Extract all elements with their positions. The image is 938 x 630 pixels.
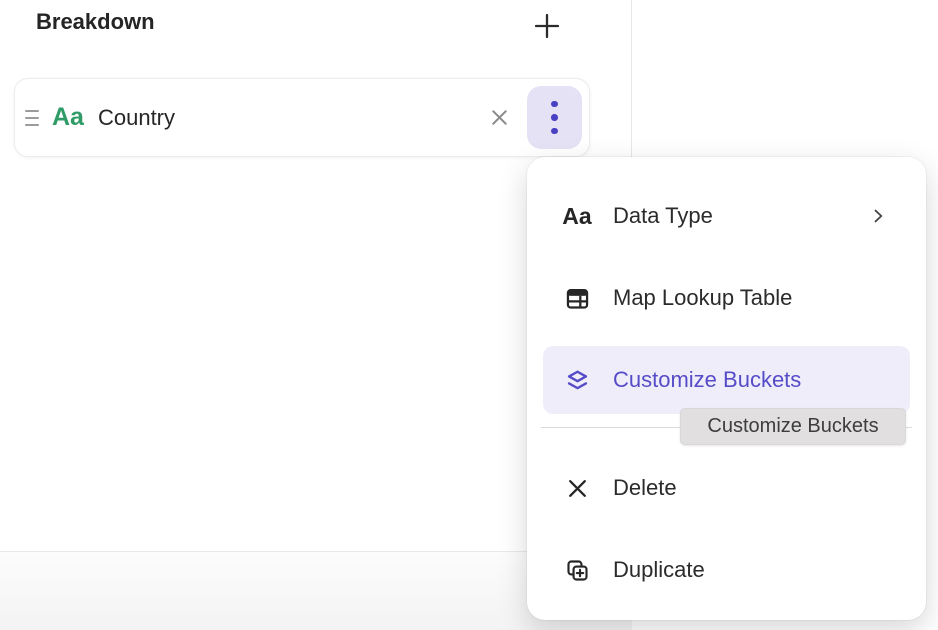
menu-item-data-type[interactable]: Aa Data Type	[543, 175, 910, 257]
menu-item-duplicate[interactable]: Duplicate	[543, 529, 910, 611]
add-breakdown-button[interactable]	[529, 8, 565, 44]
breakdown-field-card[interactable]: Aa Country	[14, 78, 590, 157]
remove-field-button[interactable]	[484, 103, 514, 133]
field-type-icon: Aa	[52, 105, 84, 130]
field-options-menu: Aa Data Type Map Lookup Table	[527, 157, 926, 620]
duplicate-copy-icon	[563, 557, 591, 584]
plus-icon	[532, 11, 562, 41]
data-type-icon: Aa	[563, 205, 591, 228]
close-icon	[487, 105, 512, 130]
menu-item-label: Customize Buckets	[613, 367, 801, 393]
stack-layers-icon	[563, 367, 591, 394]
menu-item-map-lookup-table[interactable]: Map Lookup Table	[543, 257, 910, 339]
menu-item-label: Delete	[613, 475, 677, 501]
table-icon	[563, 285, 591, 312]
menu-item-customize-buckets[interactable]: Customize Buckets	[543, 346, 910, 414]
drag-handle-icon[interactable]	[23, 106, 41, 130]
menu-item-label: Map Lookup Table	[613, 285, 792, 311]
menu-item-label: Duplicate	[613, 557, 705, 583]
kebab-icon	[551, 101, 558, 135]
field-more-options-button[interactable]	[527, 86, 582, 149]
tooltip: Customize Buckets	[680, 408, 906, 445]
page-title: Breakdown	[36, 9, 155, 35]
delete-x-icon	[563, 476, 591, 501]
field-name: Country	[98, 105, 175, 131]
menu-item-label: Data Type	[613, 203, 713, 229]
menu-item-delete[interactable]: Delete	[543, 447, 910, 529]
screen: Breakdown Aa Country Aa Data Ty	[0, 0, 938, 630]
chevron-right-icon	[868, 206, 888, 226]
tooltip-text: Customize Buckets	[707, 415, 878, 438]
